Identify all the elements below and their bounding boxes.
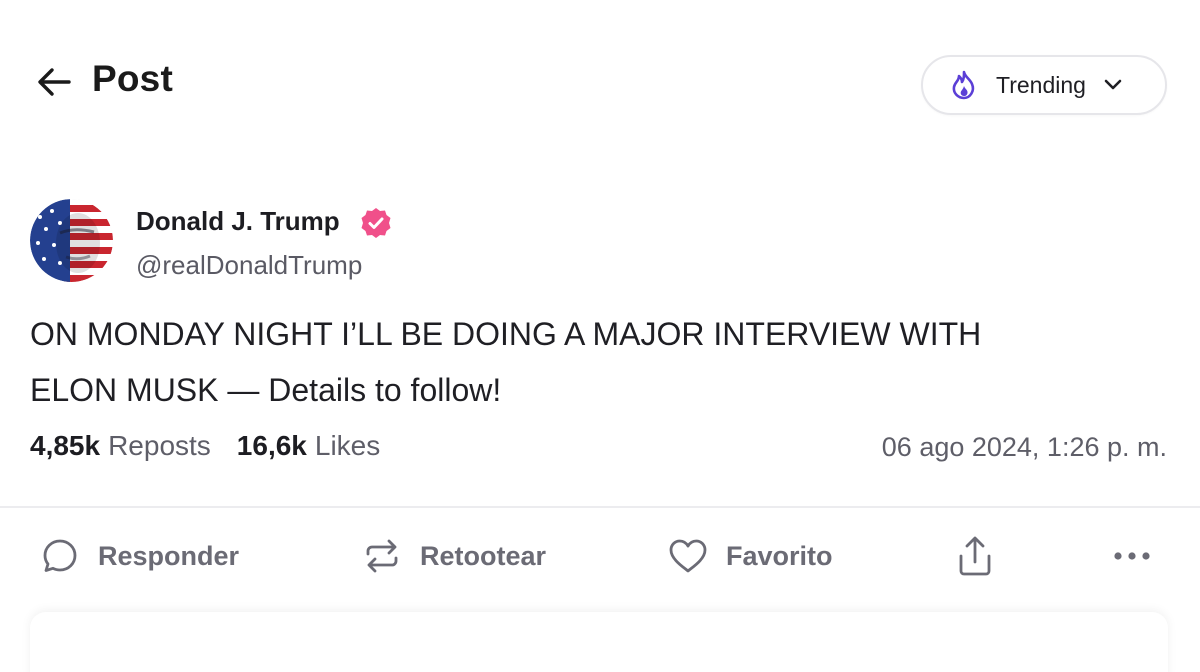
header: Post Trending <box>0 0 1200 170</box>
back-button[interactable] <box>34 62 74 102</box>
reply-button[interactable]: Responder <box>40 532 239 580</box>
post-timestamp: 06 ago 2024, 1:26 p. m. <box>881 432 1167 462</box>
likes-label[interactable]: Likes <box>315 430 380 462</box>
next-card <box>30 612 1168 672</box>
avatar[interactable] <box>30 199 113 282</box>
verified-badge-icon <box>361 208 391 238</box>
post-text-line: ELON MUSK — Details to follow! <box>30 372 502 408</box>
chevron-down-icon <box>1102 74 1124 96</box>
favorite-label: Favorito <box>726 540 833 571</box>
reposts-count[interactable]: 4,85k <box>30 430 100 462</box>
post-text: ON MONDAY NIGHT I’LL BE DOING A MAJOR IN… <box>30 306 1150 418</box>
trending-dropdown[interactable]: Trending <box>921 55 1167 115</box>
reposts-label[interactable]: Reposts <box>108 430 211 462</box>
trending-label: Trending <box>996 71 1086 98</box>
page-title: Post <box>92 58 173 99</box>
share-icon <box>955 536 995 576</box>
post-text-line: ON MONDAY NIGHT I’LL BE DOING A MAJOR IN… <box>30 316 982 352</box>
comment-icon <box>40 536 80 576</box>
retoot-label: Retootear <box>420 540 547 571</box>
reply-label: Responder <box>98 540 240 571</box>
repost-icon <box>362 536 402 576</box>
favorite-button[interactable]: Favorito <box>668 532 833 580</box>
share-button[interactable] <box>955 532 995 580</box>
post-stats: 4,85k Reposts 16,6k Likes <box>30 430 380 462</box>
post-page: Post Trending Donald J. Trump @realDonal… <box>0 0 1200 672</box>
divider <box>0 506 1200 508</box>
more-options-button[interactable] <box>1112 532 1152 580</box>
author-handle[interactable]: @realDonaldTrump <box>136 250 362 281</box>
retoot-button[interactable]: Retootear <box>362 532 546 580</box>
more-horizontal-icon <box>1112 536 1152 576</box>
heart-icon <box>668 536 708 576</box>
flame-icon <box>949 70 979 100</box>
likes-count[interactable]: 16,6k <box>237 430 307 462</box>
arrow-left-icon <box>38 68 71 96</box>
author-name[interactable]: Donald J. Trump <box>136 206 340 237</box>
avatar-image <box>30 199 113 282</box>
